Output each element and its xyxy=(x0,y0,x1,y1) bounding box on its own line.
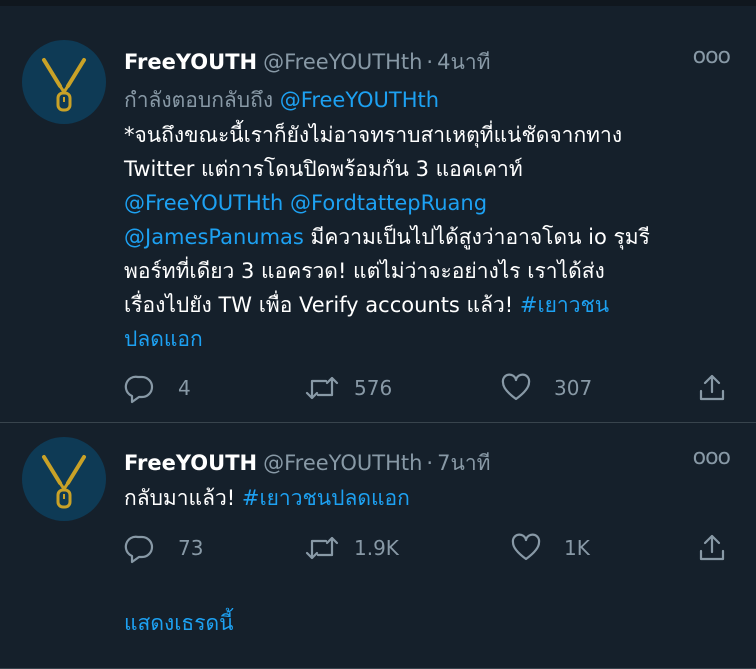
reply-button[interactable]: 73 xyxy=(124,532,203,564)
display-name[interactable]: FreeYOUTH xyxy=(124,50,257,74)
avatar[interactable] xyxy=(22,40,106,124)
tweet-header: FreeYOUTH @FreeYOUTHth · 4นาที xyxy=(124,46,490,79)
tweet-1[interactable]: FreeYOUTH @FreeYOUTHth · 4นาที ooo กำลังตอบ… xyxy=(0,22,756,423)
retweet-icon xyxy=(305,376,339,400)
user-handle[interactable]: @FreeYOUTHth xyxy=(263,451,422,475)
mention-link[interactable]: @FreeYOUTHth xyxy=(124,191,283,215)
text-line: Twitter แต่การโดนปิดพร้อมกัน 3 แอคเคาท์ xyxy=(124,157,523,181)
timestamp[interactable]: 4นาที xyxy=(437,50,490,74)
avatar-logo-icon xyxy=(42,455,86,509)
retweet-count: 1.9K xyxy=(354,536,399,560)
hashtag-link[interactable]: ปลดแอก xyxy=(124,327,203,351)
more-icon[interactable]: ooo xyxy=(693,445,731,470)
text-line: พอร์ทที่เดียว 3 แอครวด! แต่ไม่ว่าจะอย่าง… xyxy=(124,259,605,283)
replying-to: กำลังตอบกลับถึง @FreeYOUTHth xyxy=(124,84,439,117)
tweet-text: กลับมาแล้ว! #เยาวชนปลดแอก xyxy=(124,481,724,515)
like-count: 1K xyxy=(564,536,590,560)
like-button[interactable]: 1K xyxy=(510,532,590,564)
replying-to-handle[interactable]: @FreeYOUTHth xyxy=(280,88,439,112)
share-button[interactable] xyxy=(696,372,728,404)
share-button[interactable] xyxy=(696,532,728,564)
reply-icon xyxy=(124,375,154,404)
avatar[interactable] xyxy=(22,437,106,521)
reply-button[interactable]: 4 xyxy=(124,372,191,404)
retweet-count: 576 xyxy=(354,376,393,400)
retweet-button[interactable]: 1.9K xyxy=(304,532,399,564)
separator: · xyxy=(426,451,434,475)
retweet-button[interactable]: 576 xyxy=(304,372,392,404)
like-button[interactable]: 307 xyxy=(500,372,592,404)
mention-link[interactable]: @JamesPanumas xyxy=(124,225,304,249)
reply-icon xyxy=(124,535,154,564)
text-line: มีความเป็นไปได้สูงว่าอาจโดน io รุมรี xyxy=(303,225,650,249)
retweet-icon xyxy=(305,536,339,560)
text-line: *จนถึงขณะนี้เราก็ยังไม่อาจทราบสาเหตุที่แ… xyxy=(124,123,623,147)
text-line: เรื่องไปยัง TW เพื่อ Verify accounts แล้… xyxy=(124,293,520,317)
tweet-actions: 4 576 307 xyxy=(124,372,734,404)
text-line: กลับมาแล้ว! xyxy=(124,486,242,510)
tweet-header: FreeYOUTH @FreeYOUTHth · 7นาที xyxy=(124,447,490,480)
like-icon xyxy=(511,533,541,561)
replying-to-label: กำลังตอบกลับถึง xyxy=(124,88,274,112)
top-strip xyxy=(0,0,756,6)
tweet-2[interactable]: FreeYOUTH @FreeYOUTHth · 7นาที ooo กลับมาแล… xyxy=(0,423,756,669)
avatar-logo-icon xyxy=(42,58,86,112)
user-handle[interactable]: @FreeYOUTHth xyxy=(263,50,422,74)
display-name[interactable]: FreeYOUTH xyxy=(124,451,257,475)
like-icon xyxy=(501,373,531,401)
hashtag-link[interactable]: #เยาวชนปลดแอก xyxy=(242,486,410,510)
show-thread-link[interactable]: แสดงเธรดนี้ xyxy=(124,607,234,640)
reply-count: 73 xyxy=(178,536,204,560)
share-icon xyxy=(699,534,725,561)
tweet-actions: 73 1.9K 1K xyxy=(124,532,734,564)
separator: · xyxy=(426,50,434,74)
more-icon[interactable]: ooo xyxy=(693,44,731,69)
like-count: 307 xyxy=(554,376,593,400)
tweet-text: *จนถึงขณะนี้เราก็ยังไม่อาจทราบสาเหตุที่แ… xyxy=(124,118,724,356)
mention-link[interactable]: @FordtattepRuang xyxy=(290,191,487,215)
share-icon xyxy=(699,374,725,401)
timestamp[interactable]: 7นาที xyxy=(437,451,490,475)
reply-count: 4 xyxy=(178,376,191,400)
hashtag-link[interactable]: #เยาวชน xyxy=(520,293,609,317)
